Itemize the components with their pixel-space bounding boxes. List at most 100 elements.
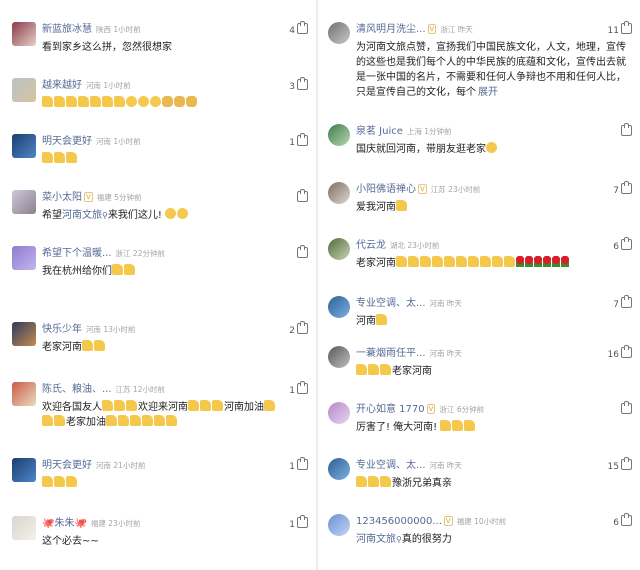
username[interactable]: 专业空调、太... — [356, 298, 426, 309]
avatar[interactable] — [328, 458, 350, 480]
avatar[interactable] — [328, 296, 350, 318]
like-count: 1 — [289, 520, 295, 530]
thumbs-up-emoji-icon — [188, 400, 199, 411]
username[interactable]: 🐙朱朱🐙 — [42, 518, 87, 529]
location-time: 福建 10小时前 — [456, 517, 507, 526]
username[interactable]: 越来越好 — [42, 80, 82, 91]
like-button[interactable]: 15 — [608, 457, 632, 472]
thumbs-up-emoji-icon — [94, 340, 105, 351]
location-time: 浙江 昨天 — [440, 25, 473, 34]
comment-text: 希望河南文旅⚲来我们这儿! — [42, 208, 306, 223]
thumbs-up-emoji-icon — [66, 96, 77, 107]
comment-header: 明天会更好 河南 1小时前 — [42, 135, 306, 149]
like-button[interactable]: 1 — [289, 133, 308, 148]
comment-header: 陈氏、粮油、... 江苏 12小时前 — [42, 383, 306, 397]
username[interactable]: 菜小太阳 — [42, 192, 82, 203]
like-button[interactable]: 16 — [608, 345, 632, 360]
comment-header: 希望下个温暖... 浙江 22分钟前 — [42, 247, 306, 261]
thumbs-up-emoji-icon — [166, 415, 177, 426]
avatar[interactable] — [328, 514, 350, 536]
thumbs-up-icon — [297, 381, 308, 394]
avatar[interactable] — [328, 182, 350, 204]
thumbs-up-emoji-icon — [42, 152, 53, 163]
comment-text-segment: 豫浙兄弟真亲 — [392, 478, 452, 489]
thumbs-up-icon — [297, 457, 308, 470]
username[interactable]: 快乐少年 — [42, 324, 82, 335]
comment-item: 专业空调、太... 河南 昨天 15 豫浙兄弟真亲 — [318, 457, 640, 512]
username[interactable]: 希望下个温暖... — [42, 248, 112, 259]
avatar[interactable] — [12, 382, 36, 406]
like-button[interactable] — [295, 189, 308, 204]
thumbs-up-icon — [621, 401, 632, 414]
avatar[interactable] — [12, 246, 36, 270]
like-button[interactable]: 1 — [289, 515, 308, 530]
expand-link[interactable]: 展开 — [478, 87, 498, 98]
like-button[interactable] — [619, 123, 632, 138]
username[interactable]: 新蓝旅冰慧 — [42, 24, 92, 35]
avatar[interactable] — [12, 22, 36, 46]
rose-emoji-icon — [516, 256, 524, 267]
comment-text-segment: 河南 — [356, 316, 376, 327]
like-button[interactable]: 11 — [608, 21, 632, 36]
thumbs-up-emoji-icon — [408, 256, 419, 267]
comment-text: 豫浙兄弟真亲 — [356, 476, 630, 491]
avatar[interactable] — [12, 190, 36, 214]
vip-badge-icon: V — [426, 404, 436, 414]
like-button[interactable]: 6 — [613, 513, 632, 528]
like-button[interactable] — [295, 245, 308, 260]
comment-header: 快乐少年 河南 13小时前 — [42, 323, 306, 337]
like-button[interactable]: 7 — [613, 181, 632, 196]
username[interactable]: 陈氏、粮油、... — [42, 384, 112, 395]
like-button[interactable]: 3 — [289, 77, 308, 92]
comment-text: 老家河南 — [356, 364, 630, 379]
like-button[interactable]: 1 — [289, 457, 308, 472]
thumbs-up-emoji-icon — [468, 256, 479, 267]
comment-header: 专业空调、太... 河南 昨天 — [356, 297, 630, 311]
comment-text: 我在杭州给你们 — [42, 264, 306, 279]
location-time: 河南 13小时前 — [86, 325, 136, 334]
location-time: 江苏 23小时前 — [430, 185, 481, 194]
username[interactable]: 清风明月洗尘... — [356, 24, 426, 35]
thumbs-up-icon — [621, 295, 632, 308]
like-button[interactable]: 4 — [289, 21, 308, 36]
username[interactable]: 开心如意 1770 — [356, 404, 425, 415]
avatar[interactable] — [328, 124, 350, 146]
avatar[interactable] — [328, 402, 350, 424]
username[interactable]: 小阳佛语禅心 — [356, 184, 416, 195]
avatar[interactable] — [328, 22, 350, 44]
avatar[interactable] — [12, 322, 36, 346]
avatar[interactable] — [12, 516, 36, 540]
username[interactable]: 专业空调、太... — [356, 460, 426, 471]
avatar[interactable] — [328, 346, 350, 368]
username[interactable]: 泉茗 Juice — [356, 126, 403, 137]
comment-text-segment: 希望 — [42, 210, 62, 221]
thumbs-up-icon — [621, 123, 632, 136]
comment-item: 菜小太阳 V 福建 5分钟前 希望河南文旅⚲来我们这儿! — [0, 189, 316, 244]
like-button[interactable]: 7 — [613, 295, 632, 310]
location-time: 上海 1分钟前 — [406, 127, 452, 136]
comment-item: 123456000000... V 福建 10小时前 6 河南文旅⚲真的很努力 — [318, 513, 640, 568]
topic-link[interactable]: 河南文旅 — [356, 534, 396, 545]
username[interactable]: 一蓑烟雨任平... — [356, 348, 426, 359]
like-button[interactable]: 1 — [289, 381, 308, 396]
avatar[interactable] — [328, 238, 350, 260]
like-button[interactable]: 6 — [613, 237, 632, 252]
like-button[interactable]: 2 — [289, 321, 308, 336]
comment-text-segment: 欢迎来河南 — [138, 402, 188, 413]
avatar[interactable] — [12, 458, 36, 482]
username[interactable]: 明天会更好 — [42, 460, 92, 471]
username[interactable]: 明天会更好 — [42, 136, 92, 147]
like-button[interactable] — [619, 401, 632, 416]
topic-link[interactable]: 河南文旅 — [62, 210, 102, 221]
comment-text: 河南文旅⚲真的很努力 — [356, 532, 630, 547]
thumbs-up-emoji-icon — [368, 364, 379, 375]
comment-text — [42, 96, 306, 111]
avatar[interactable] — [12, 78, 36, 102]
comment-text-segment: 我在杭州给你们 — [42, 266, 112, 277]
avatar[interactable] — [12, 134, 36, 158]
comment-text: 老家河南 — [356, 256, 630, 271]
username[interactable]: 123456000000... — [356, 516, 442, 527]
comment-text: 爱我河南 — [356, 200, 630, 215]
comment-text-segment: 来我们这儿! — [107, 210, 166, 221]
username[interactable]: 代云龙 — [356, 240, 386, 251]
